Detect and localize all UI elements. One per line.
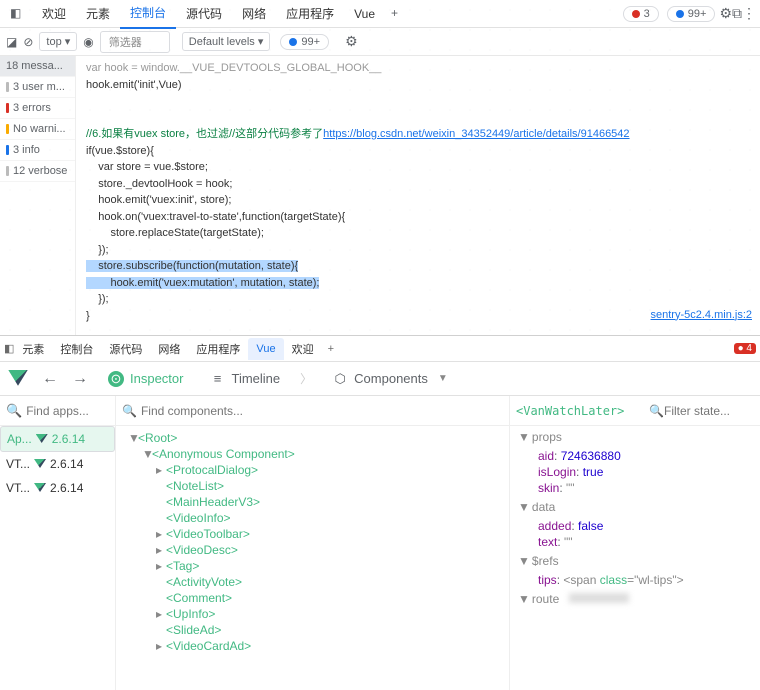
tool-components[interactable]: ⬡Components▼ [326, 367, 454, 391]
selected-component: <VanWatchLater> [516, 404, 624, 418]
app-row[interactable]: Ap...2.6.14 [0, 426, 115, 452]
plus-icon[interactable]: + [391, 6, 407, 22]
devtools-tab-bar-2: ◧ 元素 控制台 源代码 网络 应用程序 Vue 欢迎 + ● 4 [0, 336, 760, 362]
state-header: <VanWatchLater> 🔍 [510, 396, 760, 426]
tab-console[interactable]: 控制台 [120, 0, 176, 29]
sidebar-toggle-icon[interactable]: ◪ [6, 35, 17, 49]
more-icon[interactable]: ⋮ [742, 5, 756, 22]
inspect-icon[interactable]: ◧ [10, 6, 26, 22]
tool-inspector[interactable]: ⊙Inspector [102, 367, 189, 391]
tab-welcome[interactable]: 欢迎 [284, 336, 322, 362]
eye-icon[interactable]: ◉ [83, 35, 93, 49]
devtools-tab-bar: ◧ 欢迎 元素 控制台 源代码 网络 应用程序 Vue + 3 99+ ⚙ ⧉ … [0, 0, 760, 28]
console-sidebar: 18 messa... 3 user m... 3 errors No warn… [0, 56, 76, 335]
state-prop[interactable]: added: false [510, 518, 760, 534]
error-badge[interactable]: ● 4 [734, 343, 756, 354]
tab-console[interactable]: 控制台 [52, 336, 101, 362]
ref-row[interactable]: tips: <span class="wl-tips"> [510, 572, 760, 588]
filter-input[interactable]: 筛选器 [100, 31, 170, 53]
info-count-pill[interactable]: 99+ [667, 6, 716, 22]
apps-search[interactable]: 🔍 [0, 396, 115, 426]
sidebar-info[interactable]: 3 info [0, 140, 75, 161]
comp-search-input[interactable] [141, 404, 503, 418]
tool-timeline[interactable]: ≡Timeline [203, 367, 286, 391]
tree-node[interactable]: <VideoInfo> [120, 510, 505, 526]
sidebar-verbose[interactable]: 12 verbose [0, 161, 75, 182]
component-tree[interactable]: 🔍 ▼<Root>▼<Anonymous Component>▸<Protoca… [116, 396, 510, 690]
section-data[interactable]: ▼data [510, 496, 760, 518]
tree-node[interactable]: <ActivityVote> [120, 574, 505, 590]
state-prop[interactable]: isLogin: true [510, 464, 760, 480]
hidden-count-pill[interactable]: 99+ [280, 34, 329, 50]
tree-node[interactable]: ▸<VideoCardAd> [120, 638, 505, 654]
tab-application[interactable]: 应用程序 [188, 336, 248, 362]
nav-forward-icon[interactable]: → [72, 370, 88, 388]
settings-icon[interactable]: ⚙ [719, 5, 732, 22]
app-row[interactable]: VT...2.6.14 [0, 452, 115, 476]
console-toolbar: ◪ ⊘ top ▾ ◉ 筛选器 Default levels ▾ 99+ ⚙ [0, 28, 760, 56]
device-icon[interactable]: ⧉ [732, 5, 742, 22]
tab-elements[interactable]: 元素 [76, 0, 120, 28]
comp-search[interactable]: 🔍 [116, 396, 509, 426]
state-prop[interactable]: skin: "" [510, 480, 760, 496]
context-select[interactable]: top ▾ [39, 32, 77, 51]
error-count-pill[interactable]: 3 [623, 6, 659, 22]
tab-sources[interactable]: 源代码 [176, 0, 232, 28]
tree-node[interactable]: <NoteList> [120, 478, 505, 494]
apps-panel: 🔍 Ap...2.6.14VT...2.6.14VT...2.6.14 [0, 396, 116, 690]
vue-toolbar: ← → ⊙Inspector ≡Timeline 〉 ⬡Components▼ [0, 362, 760, 396]
tree-node[interactable]: ▸<UpInfo> [120, 606, 505, 622]
apps-search-input[interactable] [26, 404, 116, 418]
tree-node[interactable]: ▸<VideoToolbar> [120, 526, 505, 542]
state-prop[interactable]: text: "" [510, 534, 760, 550]
tree-node[interactable]: ▼<Anonymous Component> [120, 446, 505, 462]
sidebar-errors[interactable]: 3 errors [0, 98, 75, 119]
console-settings-icon[interactable]: ⚙ [345, 33, 358, 50]
levels-select[interactable]: Default levels ▾ [182, 32, 271, 51]
sidebar-warnings[interactable]: No warni... [0, 119, 75, 140]
tab-elements[interactable]: 元素 [14, 336, 52, 362]
inspect-icon[interactable]: ◧ [4, 342, 14, 355]
tree-node[interactable]: ▸<VideoDesc> [120, 542, 505, 558]
console-output[interactable]: var hook = window.__VUE_DEVTOOLS_GLOBAL_… [76, 56, 760, 335]
sidebar-messages[interactable]: 18 messa... [0, 56, 75, 77]
tab-network[interactable]: 网络 [232, 0, 276, 28]
tab-network[interactable]: 网络 [150, 336, 188, 362]
tab-application[interactable]: 应用程序 [276, 0, 344, 28]
app-row[interactable]: VT...2.6.14 [0, 476, 115, 500]
tree-node[interactable]: ▸<Tag> [120, 558, 505, 574]
tab-vue[interactable]: Vue [248, 338, 283, 360]
tab-welcome[interactable]: 欢迎 [32, 0, 76, 28]
tree-node[interactable]: ▼<Root> [120, 430, 505, 446]
section-props[interactable]: ▼props [510, 426, 760, 448]
vue-logo-icon [8, 370, 28, 388]
tab-sources[interactable]: 源代码 [101, 336, 150, 362]
section-refs[interactable]: ▼$refs [510, 550, 760, 572]
nav-back-icon[interactable]: ← [42, 370, 58, 388]
state-panel: <VanWatchLater> 🔍 ▼props aid: 724636880i… [510, 396, 760, 690]
sidebar-user[interactable]: 3 user m... [0, 77, 75, 98]
tree-node[interactable]: <SlideAd> [120, 622, 505, 638]
tree-node[interactable]: <Comment> [120, 590, 505, 606]
clear-console-icon[interactable]: ⊘ [23, 35, 33, 49]
section-route[interactable]: ▼route [510, 588, 760, 610]
plus-icon[interactable]: + [322, 343, 340, 355]
state-filter-input[interactable] [664, 404, 754, 418]
state-prop[interactable]: aid: 724636880 [510, 448, 760, 464]
tree-node[interactable]: <MainHeaderV3> [120, 494, 505, 510]
tab-vue[interactable]: Vue [344, 1, 385, 27]
source-link[interactable]: sentry-5c2.4.min.js:2 [651, 307, 752, 324]
tree-node[interactable]: ▸<ProtocalDialog> [120, 462, 505, 478]
